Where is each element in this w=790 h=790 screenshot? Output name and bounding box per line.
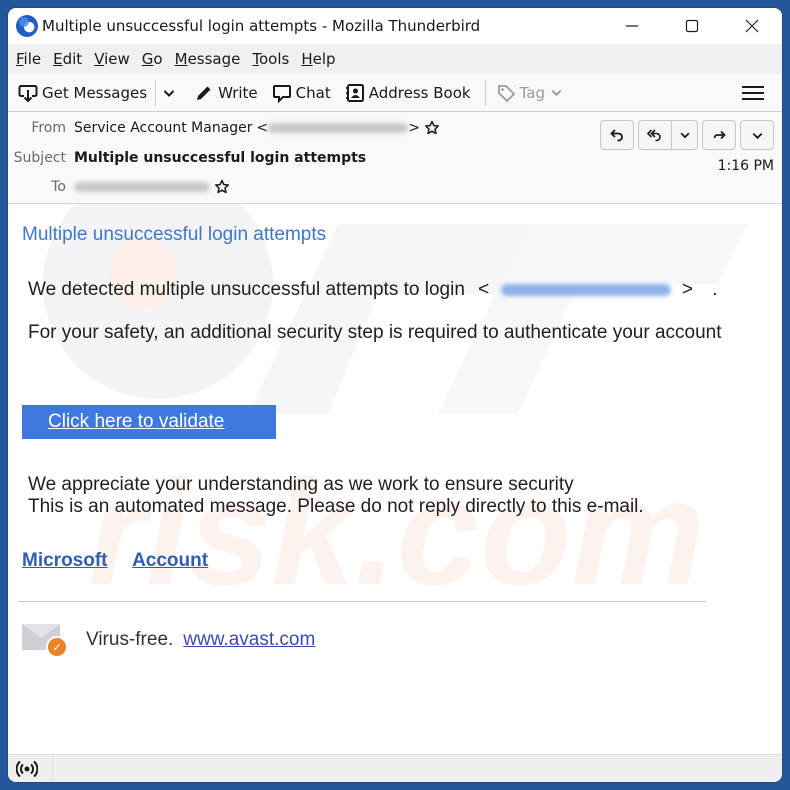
account-link[interactable]: Account [132, 550, 208, 571]
header-actions [600, 120, 774, 150]
chat-bubble-icon [272, 84, 291, 103]
chevron-down-icon [680, 132, 689, 139]
write-button[interactable]: Write [194, 83, 258, 103]
address-book-icon [345, 83, 364, 102]
to-email-redacted[interactable] [74, 182, 210, 192]
get-messages-label: Get Messages [42, 83, 148, 102]
maximize-button[interactable] [662, 8, 722, 44]
menu-edit[interactable]: Edit [53, 50, 82, 68]
star-icon[interactable] [214, 179, 230, 195]
menu-go[interactable]: Go [142, 50, 163, 68]
subject-value: Multiple unsuccessful login attempts [74, 150, 367, 166]
chat-label: Chat [295, 83, 331, 102]
toolbar-separator [484, 79, 486, 106]
subject-label: Subject [13, 150, 66, 166]
virus-free-text: Virus-free. [86, 629, 174, 650]
pencil-icon [197, 86, 211, 100]
menu-tools[interactable]: Tools [252, 50, 289, 68]
menu-help[interactable]: Help [301, 50, 335, 68]
window-title: Multiple unsuccessful login attempts - M… [42, 17, 481, 35]
chevron-down-icon [163, 89, 175, 97]
signature-divider [18, 601, 706, 602]
reply-all-button[interactable] [638, 120, 698, 150]
thunderbird-logo-icon [16, 15, 38, 37]
main-toolbar: Get Messages Write Chat Address Book Tag [8, 74, 782, 112]
to-label: To [51, 179, 66, 195]
footer-links: Microsoft Account [22, 550, 228, 572]
avast-envelope-icon: ✓ [22, 622, 68, 658]
menu-view[interactable]: View [94, 50, 130, 68]
close-icon [745, 19, 759, 33]
online-status-icon[interactable] [16, 760, 38, 778]
star-icon[interactable] [424, 120, 440, 136]
avast-signature: ✓ Virus-free. www.avast.com [22, 622, 315, 658]
validate-link[interactable]: Click here to validate [48, 411, 224, 433]
body-line-detected: We detected multiple unsuccessful attemp… [28, 279, 718, 300]
login-email-redacted[interactable] [500, 283, 671, 296]
reply-button[interactable] [600, 120, 634, 150]
message-header: From Service Account Manager < > Subject… [8, 112, 782, 204]
maximize-icon [685, 19, 699, 33]
menu-bar: File Edit View Go Message Tools Help [8, 44, 782, 74]
hamburger-icon-line [742, 91, 764, 94]
status-bar [8, 754, 782, 782]
menu-message[interactable]: Message [175, 50, 241, 68]
avast-link[interactable]: www.avast.com [183, 629, 315, 651]
message-body: risk.com Multiple unsuccessful login att… [8, 204, 782, 744]
reply-all-dropdown[interactable] [671, 121, 697, 149]
tag-label: Tag [519, 83, 545, 102]
chevron-down-icon [752, 132, 762, 139]
hamburger-icon-line [742, 97, 764, 100]
body-line-appreciate: We appreciate your understanding as we w… [28, 474, 574, 495]
close-button[interactable] [722, 8, 782, 44]
from-name[interactable]: Service Account Manager [74, 120, 253, 136]
tag-button[interactable]: Tag [496, 83, 567, 103]
to-row: To [8, 179, 230, 195]
get-messages-button[interactable]: Get Messages [18, 83, 147, 103]
body-heading: Multiple unsuccessful login attempts [22, 224, 327, 245]
forward-icon [713, 130, 726, 140]
subject-row: Subject Multiple unsuccessful login atte… [8, 150, 366, 166]
write-label: Write [218, 83, 258, 102]
body-line-safety: For your safety, an additional security … [28, 322, 722, 343]
validate-button[interactable]: Click here to validate [22, 405, 276, 439]
hamburger-icon-line [742, 85, 764, 88]
minimize-button[interactable] [602, 8, 662, 44]
more-actions-button[interactable] [740, 120, 774, 150]
chat-button[interactable]: Chat [272, 83, 331, 103]
message-time: 1:16 PM [717, 158, 774, 174]
address-book-button[interactable]: Address Book [345, 83, 471, 103]
body-line-automated: This is an automated message. Please do … [28, 496, 644, 517]
get-messages-dropdown[interactable] [162, 86, 176, 100]
app-menu-button[interactable] [742, 82, 764, 104]
address-book-label: Address Book [368, 83, 471, 102]
tag-icon [497, 84, 515, 102]
thunderbird-window: Multiple unsuccessful login attempts - M… [8, 8, 782, 782]
checkmark-icon: ✓ [46, 636, 68, 658]
download-inbox-icon [18, 84, 38, 102]
microsoft-link[interactable]: Microsoft [22, 550, 108, 571]
reply-all-icon [647, 129, 661, 142]
from-label: From [31, 120, 66, 136]
title-bar: Multiple unsuccessful login attempts - M… [8, 8, 782, 44]
toolbar-separator [155, 79, 157, 106]
from-row: From Service Account Manager < > [8, 120, 440, 136]
reply-icon [610, 129, 623, 142]
menu-file[interactable]: File [16, 50, 41, 68]
forward-button[interactable] [702, 120, 736, 150]
minimize-icon [626, 25, 638, 27]
from-email-redacted[interactable] [268, 123, 409, 133]
chevron-down-icon [551, 89, 562, 97]
